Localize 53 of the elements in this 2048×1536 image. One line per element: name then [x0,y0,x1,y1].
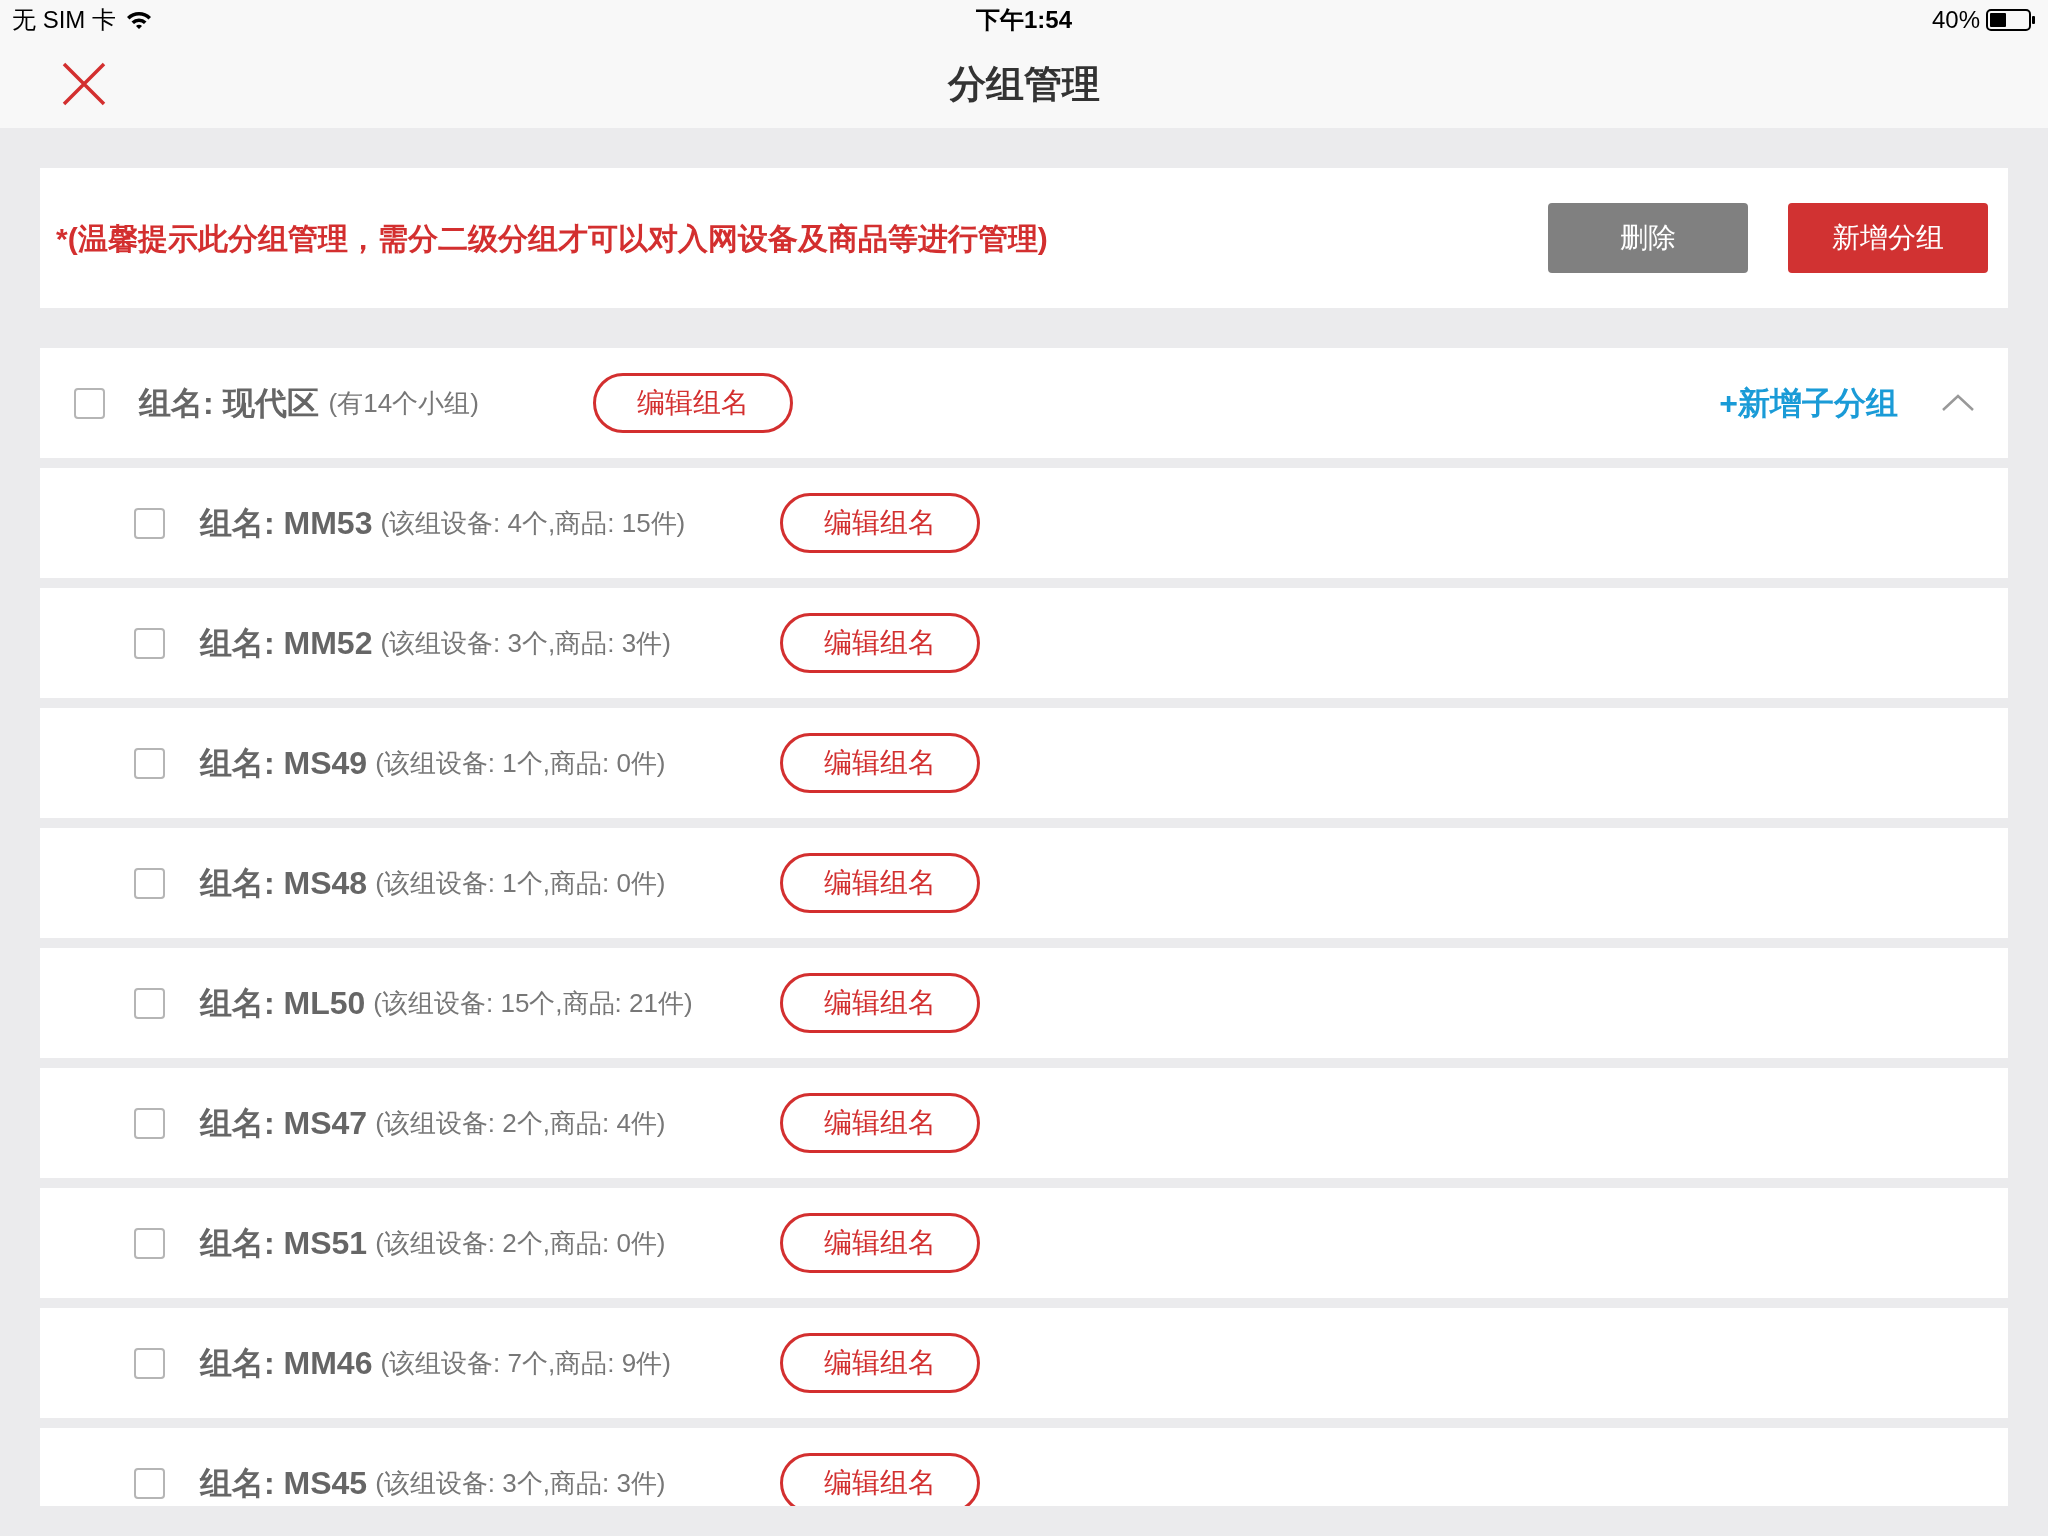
subgroup-name: 组名: ML50 [200,987,366,1019]
subgroup-name: 组名: MS48 [200,867,368,899]
close-icon [62,62,106,106]
subgroup-name: 组名: MS51 [200,1227,368,1259]
edit-name-button[interactable]: 编辑组名 [780,1333,980,1393]
add-group-button[interactable]: 新增分组 [1788,203,1988,273]
checkbox[interactable] [134,1107,165,1139]
edit-name-button[interactable]: 编辑组名 [780,733,980,793]
subgroup-name: 组名: MS47 [200,1107,368,1139]
checkbox[interactable] [134,1347,165,1379]
subgroup-info: (该组设备: 2个,商品: 4件) [375,1110,666,1136]
battery-icon [1986,9,2036,31]
subgroup-info: (该组设备: 3个,商品: 3件) [375,1470,666,1496]
add-subgroup-link[interactable]: +新增子分组 [1719,379,1898,427]
subgroup-info: (该组设备: 2个,商品: 0件) [375,1230,666,1256]
subgroup-name: 组名: MM46 [200,1347,373,1379]
delete-button[interactable]: 删除 [1548,203,1748,273]
subgroup-info: (该组设备: 7个,商品: 9件) [380,1350,671,1376]
group-info: (有14个小组) [328,390,479,416]
checkbox[interactable] [134,507,165,539]
carrier-text: 无 SIM 卡 [12,5,116,35]
edit-name-button[interactable]: 编辑组名 [780,1453,980,1506]
chevron-up-icon [1941,393,1975,413]
checkbox[interactable] [134,867,165,899]
checkbox[interactable] [134,627,165,659]
edit-name-button[interactable]: 编辑组名 [593,373,793,433]
edit-name-button[interactable]: 编辑组名 [780,1093,980,1153]
edit-name-button[interactable]: 编辑组名 [780,493,980,553]
subgroup-name: 组名: MM53 [200,507,373,539]
close-button[interactable] [60,60,108,108]
checkbox[interactable] [74,387,105,419]
checkbox[interactable] [134,1227,165,1259]
subgroup-info: (该组设备: 4个,商品: 15件) [380,510,686,536]
edit-name-button[interactable]: 编辑组名 [780,973,980,1033]
group-name: 组名: 现代区 [139,387,319,419]
checkbox[interactable] [134,747,165,779]
subgroup-info: (该组设备: 1个,商品: 0件) [375,870,666,896]
edit-name-button[interactable]: 编辑组名 [780,853,980,913]
wifi-icon [126,10,152,30]
checkbox[interactable] [134,987,165,1019]
checkbox[interactable] [134,1467,165,1499]
subgroup-info: (该组设备: 3个,商品: 3件) [380,630,671,656]
battery-text: 40% [1931,5,1980,35]
subgroup-info: (该组设备: 1个,商品: 0件) [375,750,666,776]
notice-text: *(温馨提示此分组管理，需分二级分组才可以对入网设备及商品等进行管理) [56,220,1049,257]
page-title: 分组管理 [948,62,1100,105]
clock-text: 下午1:54 [976,5,1073,35]
subgroup-info: (该组设备: 15个,商品: 21件) [373,990,693,1016]
subgroup-name: 组名: MS45 [200,1467,368,1499]
subgroup-name: 组名: MM52 [200,627,373,659]
subgroup-name: 组名: MS49 [200,747,368,779]
edit-name-button[interactable]: 编辑组名 [780,613,980,673]
edit-name-button[interactable]: 编辑组名 [780,1213,980,1273]
